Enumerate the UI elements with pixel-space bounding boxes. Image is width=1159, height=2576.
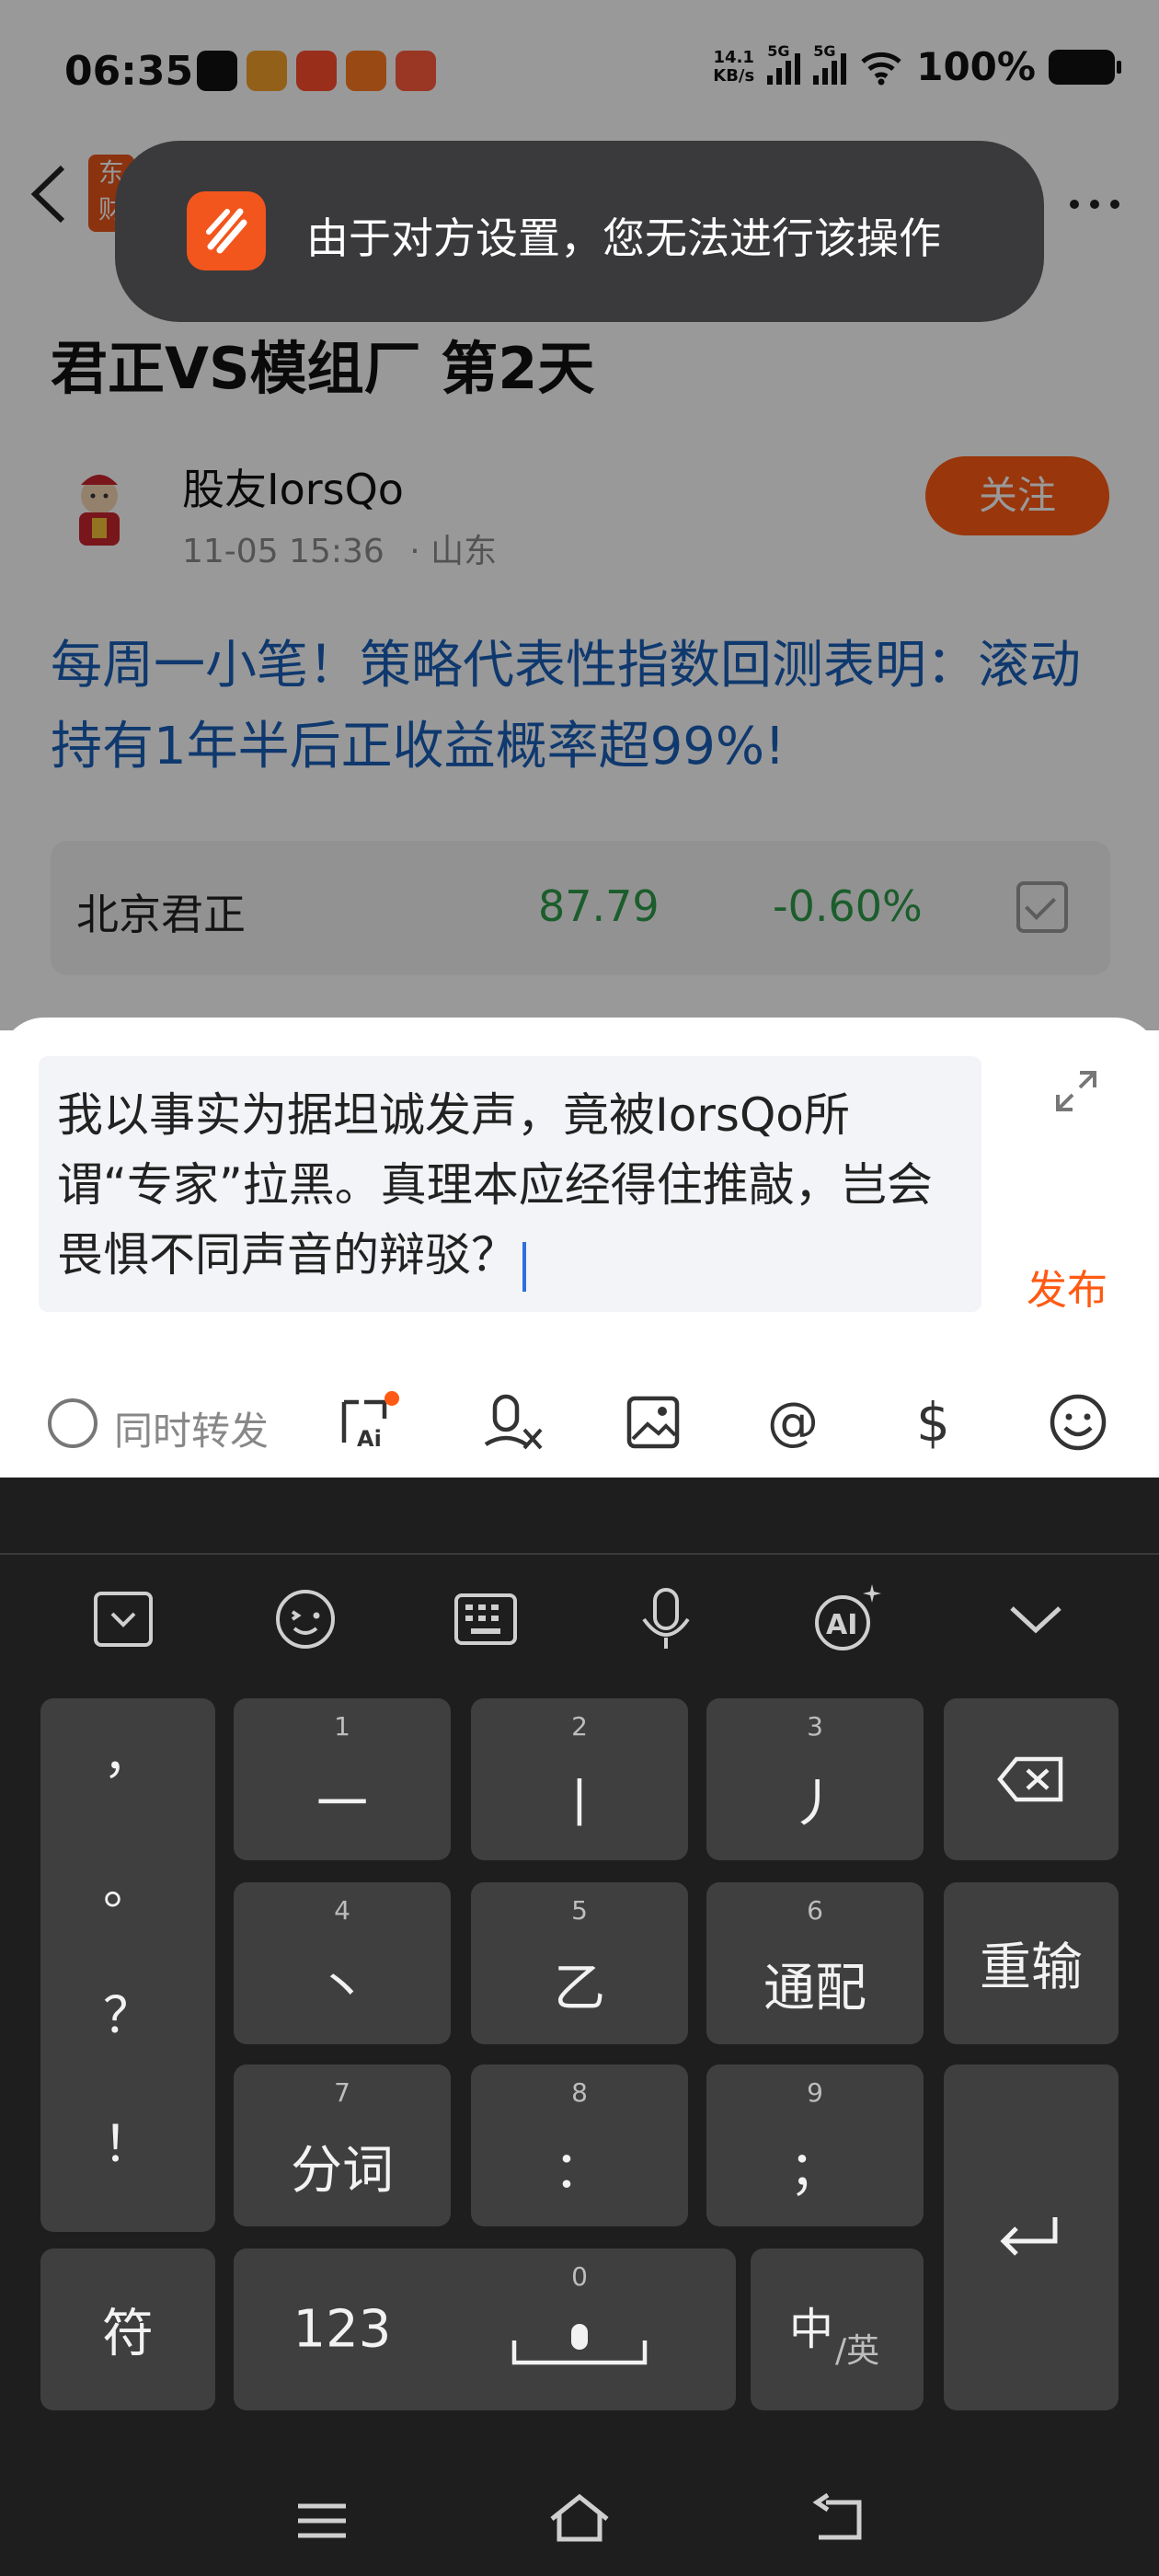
ai-assistant-button[interactable]: AI: [808, 1581, 885, 1658]
numbers-label: 123: [293, 2299, 392, 2360]
key-number: 3: [807, 1711, 823, 1742]
eastmoney-logo-icon: [187, 191, 266, 270]
comment-text: 我以事实为据坦诚发声，竟被IorsQo所谓“专家”拉黑。真理本应经得住推敲，岂会…: [57, 1088, 933, 1282]
repost-label[interactable]: 同时转发: [114, 1400, 269, 1456]
svg-text:AI: AI: [826, 1609, 857, 1641]
key-number: 5: [571, 1895, 588, 1926]
enter-icon: [1000, 2217, 1058, 2256]
comment-input[interactable]: 我以事实为据坦诚发声，竟被IorsQo所谓“专家”拉黑。真理本应经得住推敲，岂会…: [39, 1056, 981, 1312]
nav-back-button[interactable]: [802, 2484, 876, 2558]
keyboard-layout-button[interactable]: [447, 1581, 524, 1658]
microphone-icon: [642, 1588, 690, 1649]
key-1[interactable]: 1 一: [234, 1698, 451, 1860]
voice-translate-icon: [484, 1394, 543, 1450]
punctuation-column[interactable]: ， 。 ？ ！: [40, 1698, 215, 2232]
nav-menu-button[interactable]: [285, 2484, 359, 2558]
image-button[interactable]: [618, 1387, 688, 1457]
image-icon: [626, 1396, 680, 1449]
enter-key[interactable]: [944, 2064, 1119, 2410]
nav-home-button[interactable]: [543, 2484, 616, 2558]
key-label: 乙: [554, 1959, 605, 2018]
key-7[interactable]: 7 分词: [234, 2064, 451, 2226]
keyboard-emoji-button[interactable]: [267, 1581, 344, 1658]
symbols-key[interactable]: 符: [40, 2248, 215, 2410]
dollar-icon: $: [916, 1391, 950, 1454]
key-4[interactable]: 4 丶: [234, 1882, 451, 2044]
backspace-key[interactable]: [944, 1698, 1119, 1860]
key-label: 丶: [316, 1959, 368, 2018]
svg-text:Ai: Ai: [357, 1426, 382, 1452]
key-label: 丿: [789, 1775, 841, 1834]
text-cursor: [522, 1241, 526, 1292]
ask-ai-button[interactable]: Ai: [331, 1387, 401, 1457]
symbols-label: 符: [102, 2304, 154, 2364]
key-6[interactable]: 6 通配: [706, 1882, 924, 2044]
key-number: 0: [571, 2261, 588, 2292]
key-number: 9: [807, 2077, 823, 2108]
compose-toolbar: 同时转发 Ai @ $: [0, 1376, 1159, 1468]
voice-input-button[interactable]: [627, 1581, 705, 1658]
menu-icon: [298, 2503, 346, 2538]
home-icon: [550, 2493, 609, 2542]
collapse-icon: [1010, 1606, 1061, 1634]
key-8[interactable]: 8 ：: [471, 2064, 688, 2226]
key-number: 2: [571, 1711, 588, 1742]
keyboard-layout-icon: [454, 1593, 517, 1645]
expand-icon: [1056, 1071, 1096, 1111]
key-label: 分词: [291, 2141, 394, 2201]
key-number: 4: [334, 1895, 350, 1926]
key-5[interactable]: 5 乙: [471, 1882, 688, 2044]
svg-text:@: @: [767, 1392, 819, 1452]
repost-checkbox[interactable]: [48, 1398, 98, 1448]
numbers-key[interactable]: 123: [234, 2248, 451, 2410]
clipboard-button[interactable]: [85, 1581, 162, 1658]
reenter-key[interactable]: 重输: [944, 1882, 1119, 2044]
emoji-icon: [276, 1590, 335, 1649]
key-number: 1: [334, 1711, 350, 1742]
key-number: 8: [571, 2077, 588, 2108]
backspace-icon: [997, 1756, 1063, 1802]
key-2[interactable]: 2 丨: [471, 1698, 688, 1860]
key-label: 通配: [763, 1959, 866, 2018]
voice-translate-button[interactable]: [478, 1387, 548, 1457]
keyboard: AI ， 。 ？ ！ 1 一 2 丨 3 丿 4 丶 5 乙 6 通配 重输 7…: [0, 1478, 1159, 2576]
key-label: ；: [789, 2141, 841, 2201]
collapse-keyboard-button[interactable]: [997, 1581, 1074, 1658]
publish-button[interactable]: 发布: [1027, 1257, 1107, 1316]
emoji-icon: [1050, 1394, 1107, 1451]
key-number: 6: [807, 1895, 823, 1926]
punct-question-key[interactable]: ？: [40, 1974, 215, 2047]
at-icon: @: [767, 1392, 819, 1452]
mention-button[interactable]: @: [760, 1387, 830, 1457]
key-label: ：: [554, 2141, 605, 2201]
back-icon: [812, 2492, 862, 2540]
stock-symbol-button[interactable]: $: [901, 1387, 971, 1457]
lang-main-label: 中: [789, 2304, 834, 2355]
toast-message: 由于对方设置，您无法进行该操作: [115, 141, 1044, 322]
toast-text: 由于对方设置，您无法进行该操作: [306, 213, 941, 263]
key-9[interactable]: 9 ；: [706, 2064, 924, 2226]
punct-comma-key[interactable]: ，: [40, 1715, 215, 1788]
ai-icon: AI: [815, 1584, 881, 1650]
language-switch-key[interactable]: 中 /英: [751, 2248, 924, 2410]
key-label: 丨: [554, 1775, 605, 1834]
key-3[interactable]: 3 丿: [706, 1698, 924, 1860]
space-key[interactable]: 0: [423, 2248, 736, 2410]
svg-text:$: $: [916, 1391, 950, 1454]
expand-button[interactable]: [1049, 1064, 1104, 1119]
keyboard-divider: [0, 1553, 1159, 1555]
space-mic-icon: [511, 2324, 648, 2365]
punct-exclaim-key[interactable]: ！: [40, 2103, 215, 2176]
key-number: 7: [334, 2077, 350, 2108]
ask-ai-icon: Ai: [341, 1391, 399, 1452]
system-nav-bar: [0, 2471, 1159, 2576]
punct-period-key[interactable]: 。: [40, 1846, 215, 1918]
reenter-label: 重输: [980, 1938, 1083, 1998]
clipboard-icon: [94, 1592, 153, 1647]
emoji-button[interactable]: [1043, 1387, 1113, 1457]
key-label: 一: [316, 1775, 368, 1834]
comment-compose-sheet: 我以事实为据坦诚发声，竟被IorsQo所谓“专家”拉黑。真理本应经得住推敲，岂会…: [0, 1018, 1159, 1478]
lang-sub-label: /英: [835, 2332, 880, 2370]
